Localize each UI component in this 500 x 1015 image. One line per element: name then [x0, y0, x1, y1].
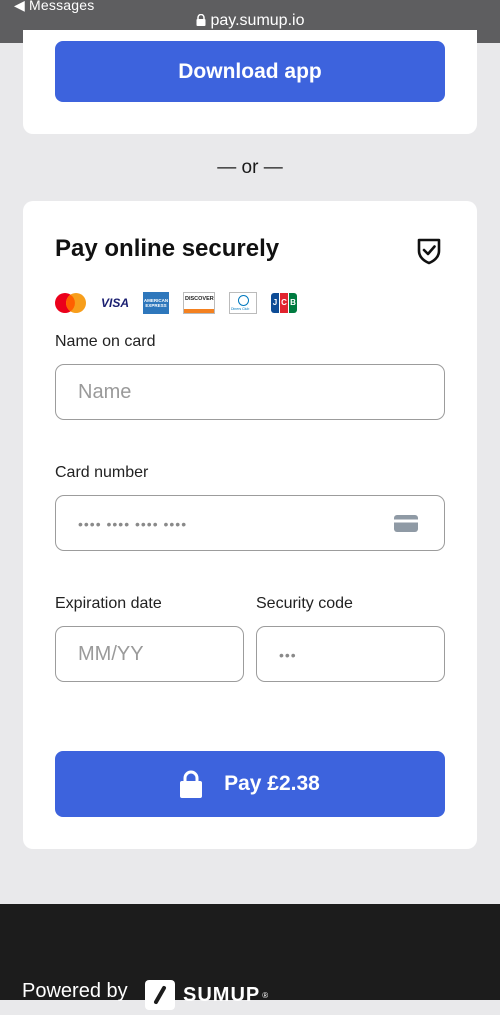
address-bar[interactable]: pay.sumup.io: [0, 12, 500, 30]
name-input[interactable]: [56, 365, 444, 419]
name-field[interactable]: [55, 364, 445, 420]
credit-card-icon: [394, 515, 418, 532]
card-number-label: Card number: [55, 464, 149, 481]
sumup-logo[interactable]: SUMUP ®: [145, 980, 268, 1010]
discover-icon-label: DISCOVER: [185, 296, 214, 302]
visa-icon: VISA: [101, 296, 130, 310]
amex-icon: AMERICAN EXPRESS: [143, 292, 169, 314]
pay-button[interactable]: Pay £2.38: [55, 751, 445, 817]
name-on-card-label: Name on card: [55, 333, 156, 350]
sumup-wordmark: SUMUP: [183, 983, 261, 1006]
shield-check-icon: [417, 238, 441, 265]
expiration-date-label: Expiration date: [55, 595, 162, 612]
amex-icon-label: AMERICAN EXPRESS: [143, 298, 169, 308]
discover-icon: DISCOVER: [183, 292, 215, 314]
security-code-field[interactable]: [256, 626, 445, 682]
download-app-button[interactable]: Download app: [55, 41, 445, 102]
mastercard-icon: [55, 293, 86, 313]
card-brand-logos: VISA AMERICAN EXPRESS DISCOVER Diners Cl…: [54, 291, 297, 315]
download-app-label: Download app: [178, 59, 322, 83]
card-number-input[interactable]: [56, 496, 444, 550]
url-text: pay.sumup.io: [210, 12, 305, 29]
registered-mark: ®: [262, 990, 269, 1000]
or-separator: — or —: [217, 157, 283, 178]
diners-club-icon-label: Diners Club: [231, 307, 250, 311]
page-title: Pay online securely: [55, 235, 280, 262]
download-card: Download app: [23, 30, 477, 134]
sumup-mark-icon: [145, 980, 175, 1010]
expiration-date-input[interactable]: [56, 627, 243, 681]
security-code-label: Security code: [256, 595, 353, 612]
lock-icon: [180, 770, 203, 798]
card-number-field[interactable]: [55, 495, 445, 551]
lock-icon: [196, 14, 205, 26]
diners-club-icon: Diners Club: [229, 292, 257, 314]
security-code-input[interactable]: [257, 627, 444, 681]
jcb-icon: J C B: [271, 293, 297, 313]
pay-button-label: Pay £2.38: [224, 772, 320, 795]
expiration-date-field[interactable]: [55, 626, 244, 682]
footer: Powered by SUMUP ®: [0, 904, 500, 1010]
payment-card: Pay online securely VISA AMERICAN EXPRES…: [23, 201, 477, 849]
